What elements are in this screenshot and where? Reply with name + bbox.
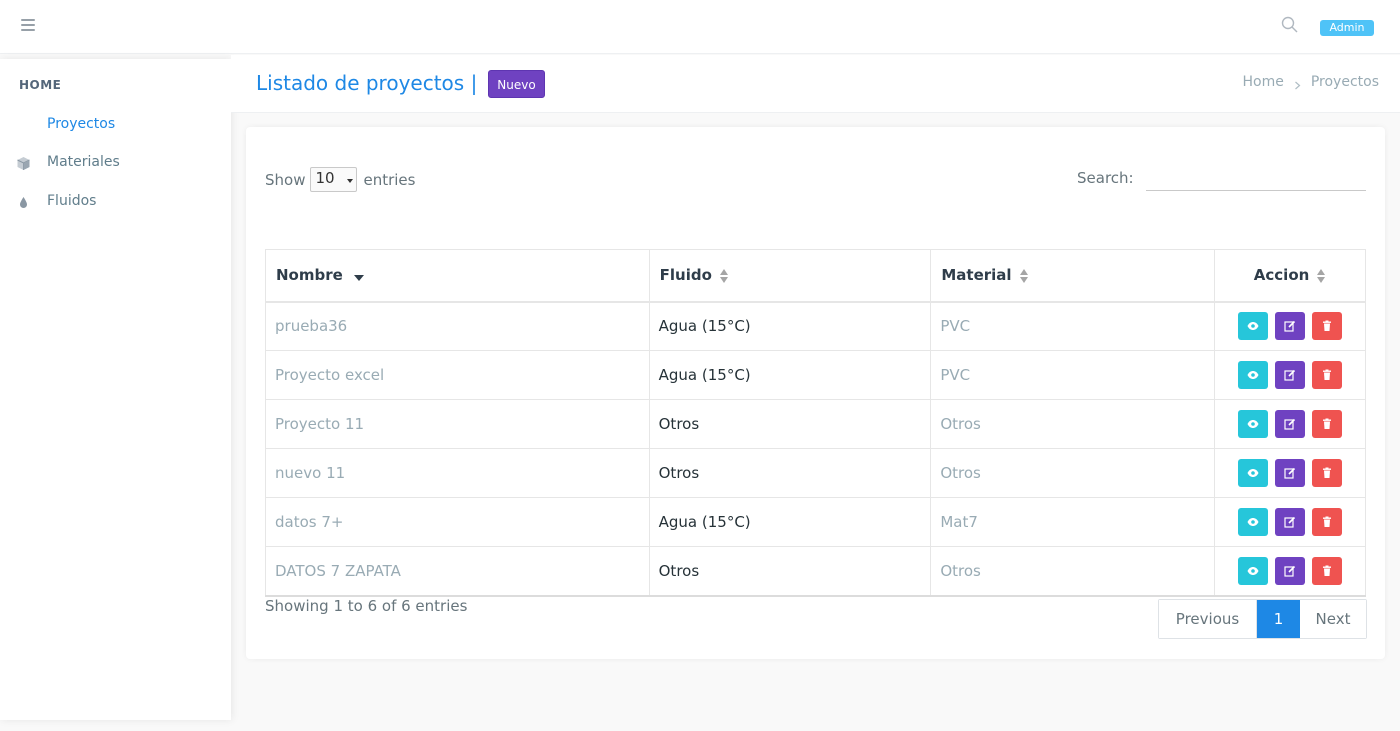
delete-button[interactable]: [1311, 361, 1342, 389]
cell-nombre: Proyecto 11: [265, 399, 650, 449]
column-header-material[interactable]: Material: [930, 249, 1216, 303]
edit-button[interactable]: [1275, 410, 1306, 438]
cell-material: PVC: [930, 301, 1216, 351]
cell-actions: [1214, 497, 1366, 547]
entries-label: entries: [363, 170, 416, 189]
cell-fluido: Agua (15°C): [648, 350, 932, 400]
cell-material: PVC: [930, 350, 1216, 400]
table-search-input[interactable]: [1146, 165, 1366, 191]
breadcrumb-current: Proyectos: [1310, 74, 1379, 90]
chevron-down-icon: [347, 179, 354, 183]
sort-icon: [719, 268, 729, 283]
table-row: nuevo 11 Otros Otros: [265, 448, 1366, 498]
entries-select[interactable]: 10: [310, 167, 358, 192]
cell-actions: [1214, 301, 1366, 351]
delete-button[interactable]: [1311, 312, 1342, 341]
breadcrumb: Home Proyectos: [1243, 74, 1380, 90]
table-row: DATOS 7 ZAPATA Otros Otros: [265, 546, 1366, 597]
table-row: prueba36 Agua (15°C) PVC: [265, 301, 1366, 351]
edit-button[interactable]: [1275, 556, 1306, 585]
cell-nombre: datos 7+: [265, 497, 650, 547]
cell-material: Otros: [930, 399, 1216, 449]
delete-button[interactable]: [1311, 410, 1342, 438]
edit-button[interactable]: [1275, 459, 1306, 487]
next-page-button[interactable]: Next: [1300, 600, 1366, 638]
page-1-button[interactable]: 1: [1257, 600, 1300, 638]
column-header-accion[interactable]: Accion: [1214, 249, 1366, 303]
sidebar-heading: HOME: [19, 78, 62, 92]
column-header-nombre[interactable]: Nombre: [265, 249, 650, 303]
previous-page-button[interactable]: Previous: [1159, 600, 1257, 638]
sidebar-item-label: Materiales: [47, 154, 120, 170]
top-header: Admin: [0, 0, 1400, 54]
table-row: datos 7+ Agua (15°C) Mat7: [265, 497, 1366, 547]
view-button[interactable]: [1238, 508, 1269, 536]
table-row: Proyecto 11 Otros Otros: [265, 399, 1366, 449]
page-title-bar: Listado de proyectos | Nuevo Home Proyec…: [231, 55, 1400, 113]
view-button[interactable]: [1238, 312, 1269, 341]
cell-nombre: prueba36: [265, 301, 650, 351]
droplet-icon: [16, 195, 31, 210]
new-project-button[interactable]: Nuevo: [488, 70, 545, 98]
column-header-fluido[interactable]: Fluido: [648, 249, 932, 303]
sidebar-item-materiales[interactable]: Materiales: [0, 145, 231, 181]
search-label: Search:: [1077, 169, 1134, 187]
delete-button[interactable]: [1311, 556, 1342, 585]
cell-fluido: Otros: [648, 399, 932, 449]
cell-nombre: DATOS 7 ZAPATA: [265, 546, 650, 597]
show-label: Show: [265, 170, 306, 189]
cell-material: Otros: [930, 448, 1216, 498]
sort-icon: [1019, 268, 1029, 283]
projects-table: Nombre Fluido Material Accion prueba36 A…: [265, 249, 1366, 597]
sidebar-item-label: Proyectos: [47, 116, 116, 132]
cell-nombre: nuevo 11: [265, 448, 650, 498]
view-button[interactable]: [1238, 459, 1269, 487]
delete-button[interactable]: [1311, 459, 1342, 487]
menu-toggle-icon[interactable]: [21, 19, 35, 31]
cube-icon: [16, 156, 31, 171]
cell-nombre: Proyecto excel: [265, 350, 650, 400]
chevron-right-icon: [1293, 78, 1302, 89]
cell-material: Mat7: [930, 497, 1216, 547]
delete-button[interactable]: [1311, 508, 1342, 536]
pagination: Previous 1 Next: [1158, 599, 1367, 639]
table-row: Proyecto excel Agua (15°C) PVC: [265, 350, 1366, 400]
view-button[interactable]: [1238, 556, 1269, 585]
sort-icon: [1317, 268, 1326, 283]
cell-actions: [1214, 546, 1366, 597]
cell-fluido: Otros: [648, 448, 932, 498]
view-button[interactable]: [1238, 361, 1269, 389]
edit-button[interactable]: [1275, 508, 1306, 536]
entries-length-control: Show 10 entries: [265, 167, 415, 192]
projects-card: Show 10 entries Search: Nombre Fluido Ma…: [246, 127, 1385, 659]
cell-actions: [1214, 399, 1366, 449]
cell-material: Otros: [930, 546, 1216, 597]
sidebar-item-proyectos[interactable]: Proyectos: [0, 107, 231, 143]
cell-actions: [1214, 350, 1366, 400]
view-button[interactable]: [1238, 410, 1269, 438]
cell-actions: [1214, 448, 1366, 498]
edit-button[interactable]: [1275, 312, 1306, 341]
breadcrumb-home[interactable]: Home: [1243, 74, 1284, 90]
cell-fluido: Agua (15°C): [648, 301, 932, 351]
cell-fluido: Otros: [648, 546, 932, 597]
page-title: Listado de proyectos |: [256, 71, 478, 95]
table-info: Showing 1 to 6 of 6 entries: [265, 597, 468, 615]
search-icon[interactable]: [1281, 16, 1299, 34]
sidebar-item-label: Fluidos: [47, 193, 97, 209]
sort-desc-icon: [353, 274, 364, 281]
edit-button[interactable]: [1275, 361, 1306, 389]
admin-badge[interactable]: Admin: [1320, 20, 1374, 36]
sidebar-item-fluidos[interactable]: Fluidos: [0, 184, 231, 220]
cell-fluido: Agua (15°C): [648, 497, 932, 547]
